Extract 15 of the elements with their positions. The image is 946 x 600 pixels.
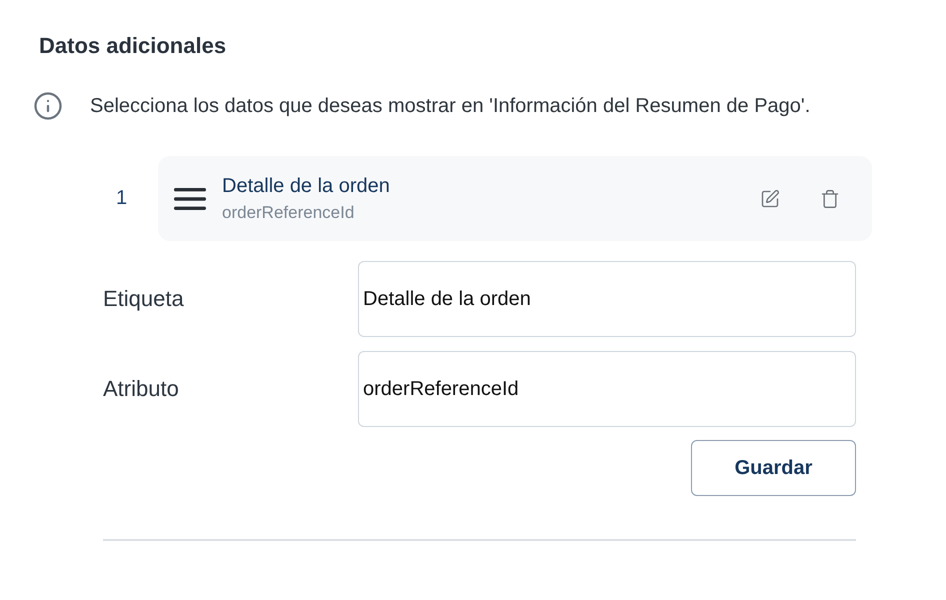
item-title: Detalle de la orden	[222, 174, 390, 199]
field-label: Atributo	[103, 376, 179, 402]
save-button[interactable]: Guardar	[691, 440, 856, 496]
input-field[interactable]: orderReferenceId	[358, 351, 856, 427]
info-icon	[33, 91, 63, 121]
drag-handle-icon[interactable]	[174, 188, 206, 210]
trash-icon	[820, 188, 840, 208]
item-subtitle: orderReferenceId	[222, 202, 354, 224]
item-card[interactable]: Detalle de la orden orderReferenceId	[158, 156, 872, 241]
item-number: 1	[116, 187, 128, 210]
input-field[interactable]: Detalle de la orden	[358, 261, 856, 337]
field-label: Etiqueta	[103, 286, 184, 312]
info-text: Selecciona los datos que deseas mostrar en 'Información del Resumen de Pago'.	[90, 94, 810, 119]
pencil-icon	[760, 188, 780, 208]
section-title: Datos adicionales	[39, 32, 226, 60]
